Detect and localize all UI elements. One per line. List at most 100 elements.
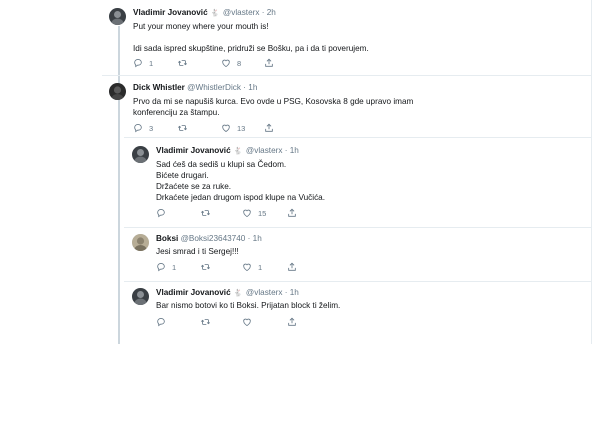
like-button[interactable]: 1 (242, 262, 262, 272)
rabbit-badge-icon: 🐇 (233, 148, 243, 155)
share-icon (264, 58, 274, 68)
author-name[interactable]: Dick Whistler (133, 83, 185, 92)
like-count: 8 (237, 58, 242, 68)
like-button[interactable]: 8 (221, 58, 241, 68)
share-button[interactable] (287, 262, 297, 272)
share-button[interactable] (264, 58, 274, 68)
reply-count: 1 (172, 262, 177, 272)
tweet-line: Prvo da mi se napušiš kurca. Evo ovde u … (133, 97, 414, 106)
retweet-button[interactable] (200, 262, 217, 272)
reply-button[interactable]: 1 (156, 262, 176, 272)
retweet-icon (177, 58, 188, 68)
reply-count: 1 (149, 58, 154, 68)
tweet-header: Boksi @Boksi23643740 · 1h (156, 234, 262, 244)
author-handle[interactable]: @vlasterx (246, 146, 283, 155)
separator-dot: · (284, 146, 288, 155)
tweet[interactable]: Vladimir Jovanović 🐇 @vlasterx · 1h Sad … (0, 138, 592, 226)
author-name[interactable]: Vladimir Jovanović (156, 146, 231, 155)
share-button[interactable] (287, 208, 297, 218)
author-handle[interactable]: @WhistlerDick (187, 83, 241, 92)
like-icon (242, 317, 252, 327)
tweet-line: Put your money where your mouth is! (133, 22, 269, 31)
tweet-time[interactable]: 1h (290, 146, 299, 155)
author-name[interactable]: Vladimir Jovanović (156, 288, 231, 297)
author-handle[interactable]: @Boksi23643740 (181, 234, 246, 243)
tweet-line: Bar nismo botovi ko ti Boksi. Prijatan b… (156, 301, 341, 310)
tweet-text: Prvo da mi se napušiš kurca. Evo ovde u … (133, 96, 413, 118)
avatar[interactable] (132, 288, 149, 305)
tweet-line: Idi sada ispred skupštine, pridruži se B… (133, 44, 369, 53)
separator-dot: · (247, 234, 251, 243)
tweet-time[interactable]: 1h (248, 83, 257, 92)
reply-icon (156, 262, 166, 272)
tweet-line: Drkaćete jedan drugom ispod klupe na Vuč… (156, 193, 326, 202)
reply-icon (133, 58, 143, 68)
like-count: 13 (237, 123, 246, 133)
tweet[interactable]: Dick Whistler @WhistlerDick · 1h Prvo da… (0, 76, 592, 136)
share-icon (287, 262, 297, 272)
retweet-button[interactable] (177, 58, 194, 68)
like-button[interactable]: 13 (221, 123, 245, 133)
tweet-line: Držaćete se za ruke. (156, 182, 232, 191)
separator-dot: · (284, 288, 288, 297)
rabbit-badge-icon: 🐇 (210, 10, 220, 17)
tweet-line: Sad ćeš da sediš u klupi sa Čedom. (156, 160, 287, 169)
author-handle[interactable]: @vlasterx (246, 288, 283, 297)
separator-dot: · (243, 83, 246, 92)
reply-icon (156, 317, 166, 327)
rabbit-badge-icon: 🐇 (233, 290, 243, 297)
retweet-icon (200, 208, 211, 218)
retweet-button[interactable] (200, 317, 217, 327)
avatar[interactable] (132, 234, 149, 251)
reply-button[interactable]: 3 (133, 123, 153, 133)
avatar[interactable] (132, 146, 149, 163)
like-button[interactable] (242, 317, 258, 327)
tweet-text: Jesi smrad i ti Sergej!!! (156, 246, 239, 257)
like-button[interactable]: 15 (242, 208, 266, 218)
reply-icon (133, 123, 143, 133)
tweet-time[interactable]: 1h (253, 234, 262, 243)
author-name[interactable]: Boksi (156, 234, 178, 243)
tweet-line: Bićete drugari. (156, 171, 209, 180)
like-icon (242, 208, 252, 218)
like-count: 1 (258, 262, 263, 272)
reply-button[interactable] (156, 208, 172, 218)
tweet-header: Vladimir Jovanović 🐇 @vlasterx · 1h (156, 146, 299, 157)
share-icon (287, 317, 297, 327)
tweet-line: Jesi smrad i ti Sergej!!! (156, 247, 239, 256)
author-handle[interactable]: @vlasterx (223, 8, 260, 17)
separator-dot: · (261, 8, 265, 17)
share-icon (287, 208, 297, 218)
tweet[interactable]: Vladimir Jovanović 🐇 @vlasterx · 1h Bar … (0, 282, 592, 342)
tweet-text: Put your money where your mouth is! Idi … (133, 21, 369, 54)
tweet-text: Bar nismo botovi ko ti Boksi. Prijatan b… (156, 300, 340, 311)
like-icon (221, 123, 231, 133)
retweet-icon (200, 317, 211, 327)
tweet[interactable]: Boksi @Boksi23643740 · 1h Jesi smrad i t… (0, 228, 592, 280)
like-icon (221, 58, 231, 68)
tweet-header: Vladimir Jovanović 🐇 @vlasterx · 1h (156, 288, 299, 299)
retweet-button[interactable] (177, 123, 194, 133)
reply-button[interactable]: 1 (133, 58, 153, 68)
author-name[interactable]: Vladimir Jovanović (133, 8, 208, 17)
tweet-time[interactable]: 1h (290, 288, 299, 297)
retweet-icon (177, 123, 188, 133)
avatar[interactable] (109, 8, 126, 25)
like-count: 15 (258, 208, 267, 218)
reply-icon (156, 208, 166, 218)
tweet-text: Sad ćeš da sediš u klupi sa Čedom. Bićet… (156, 159, 325, 203)
tweet-header: Dick Whistler @WhistlerDick · 1h (133, 83, 257, 93)
like-icon (242, 262, 252, 272)
share-button[interactable] (287, 317, 297, 327)
retweet-button[interactable] (200, 208, 217, 218)
conversation-thread: Vladimir Jovanović 🐇 @vlasterx · 2h Put … (0, 0, 592, 344)
retweet-icon (200, 262, 211, 272)
share-button[interactable] (264, 123, 274, 133)
tweet-line: konferenciju za štampu. (133, 108, 220, 117)
avatar[interactable] (109, 83, 126, 100)
tweet[interactable]: Vladimir Jovanović 🐇 @vlasterx · 2h Put … (0, 0, 592, 74)
reply-button[interactable] (156, 317, 172, 327)
tweet-time[interactable]: 2h (267, 8, 276, 17)
reply-count: 3 (149, 123, 154, 133)
